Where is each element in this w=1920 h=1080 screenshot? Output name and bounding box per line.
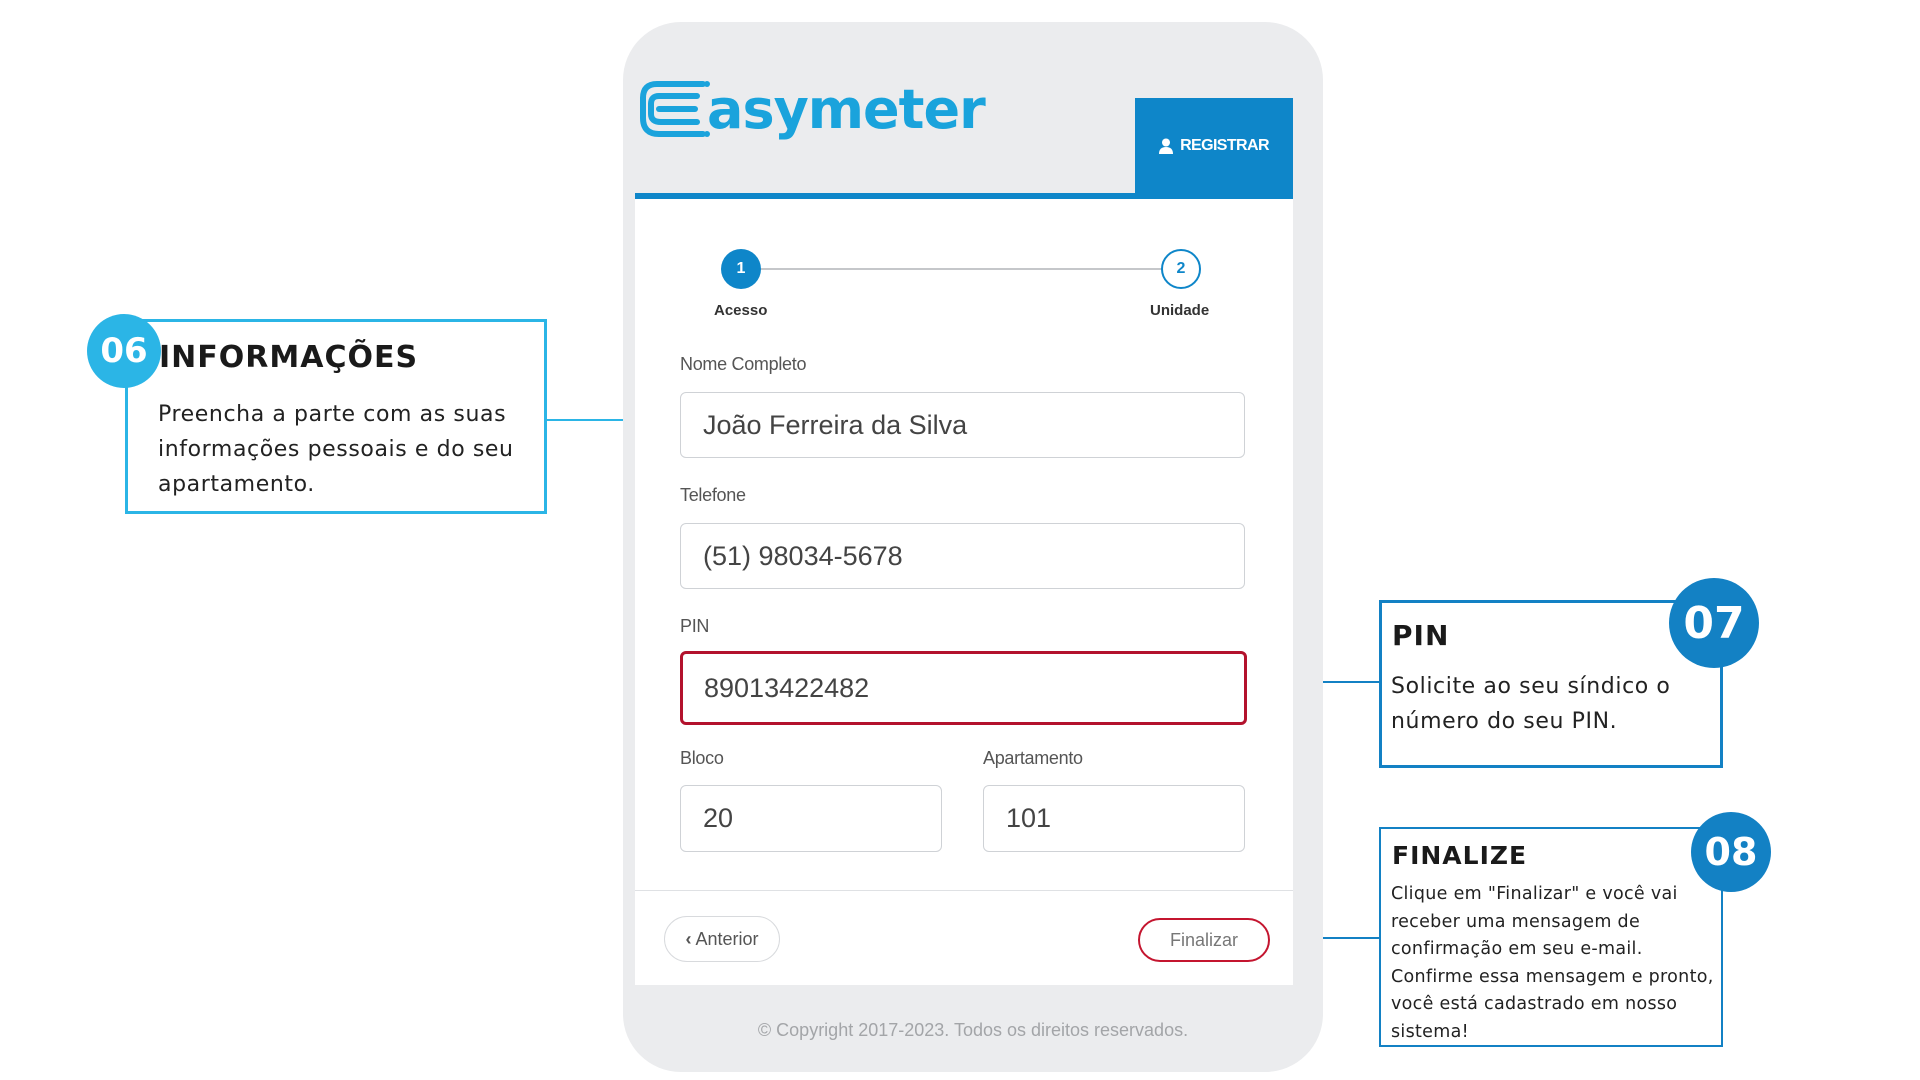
register-button[interactable]: REGISTRAR (1135, 98, 1293, 193)
callout-07-connector (1323, 681, 1381, 683)
step-2-label: Unidade (1150, 302, 1210, 319)
callout-06-line: informações pessoais e do seu (158, 437, 514, 462)
step-2-indicator[interactable]: 2 (1161, 249, 1201, 289)
phone-input[interactable] (680, 523, 1245, 589)
previous-button[interactable]: ‹ Anterior (664, 916, 780, 962)
callout-06-line: apartamento. (158, 472, 315, 497)
finish-button[interactable]: Finalizar (1138, 918, 1270, 962)
pin-input[interactable] (680, 651, 1247, 725)
stepper-track (742, 268, 1182, 270)
apartment-label: Apartamento (983, 748, 1083, 768)
callout-08-title: FINALIZE (1392, 841, 1528, 870)
callout-08-line: receber uma mensagem de (1391, 911, 1641, 932)
callout-08-line: Confirme essa mensagem e pronto, (1391, 966, 1714, 987)
user-icon (1159, 138, 1174, 154)
callout-07-text: Solicite ao seu síndico o número do seu … (1391, 669, 1670, 739)
callout-06-text: Preencha a parte com as suas informações… (158, 397, 514, 502)
register-label: REGISTRAR (1180, 136, 1269, 154)
callout-07-line: número do seu PIN. (1391, 709, 1618, 734)
finish-label: Finalizar (1169, 929, 1239, 950)
easymeter-logo: asymeter (637, 74, 986, 154)
callout-06-title: INFORMAÇÕES (159, 340, 419, 375)
step-1-label: Acesso (714, 302, 768, 319)
logo-text: asymeter (707, 78, 986, 141)
callout-06-connector (545, 419, 623, 421)
chevron-left-icon: ‹ (685, 928, 692, 949)
callout-07-badge: 07 (1669, 578, 1759, 668)
callout-08-badge: 08 (1691, 812, 1771, 892)
callout-06-line: Preencha a parte com as suas (158, 402, 507, 427)
block-label: Bloco (680, 748, 724, 768)
full-name-input[interactable] (680, 392, 1245, 458)
callout-08-line: sistema! (1391, 1021, 1469, 1042)
callout-08-connector (1323, 937, 1381, 939)
callout-07-line: Solicite ao seu síndico o (1391, 674, 1671, 699)
apartment-input[interactable] (983, 785, 1245, 852)
footer-divider (635, 890, 1293, 891)
callout-08-text: Clique em "Finalizar" e você vai receber… (1391, 881, 1714, 1046)
previous-label: Anterior (695, 928, 759, 949)
name-label: Nome Completo (680, 354, 807, 374)
phone-label: Telefone (680, 485, 746, 505)
block-input[interactable] (680, 785, 942, 852)
callout-06-badge: 06 (87, 314, 161, 388)
callout-08-line: Clique em "Finalizar" e você vai (1391, 884, 1678, 904)
callout-07-title: PIN (1392, 619, 1450, 652)
copyright-text: © Copyright 2017-2023. Todos os direitos… (757, 1020, 1189, 1040)
callout-08-line: você está cadastrado em nosso (1391, 994, 1678, 1014)
logo-e-icon (640, 81, 710, 137)
callout-08-line: confirmação em seu e-mail. (1391, 939, 1643, 959)
pin-label: PIN (680, 616, 710, 636)
step-1-indicator[interactable]: 1 (721, 249, 761, 289)
